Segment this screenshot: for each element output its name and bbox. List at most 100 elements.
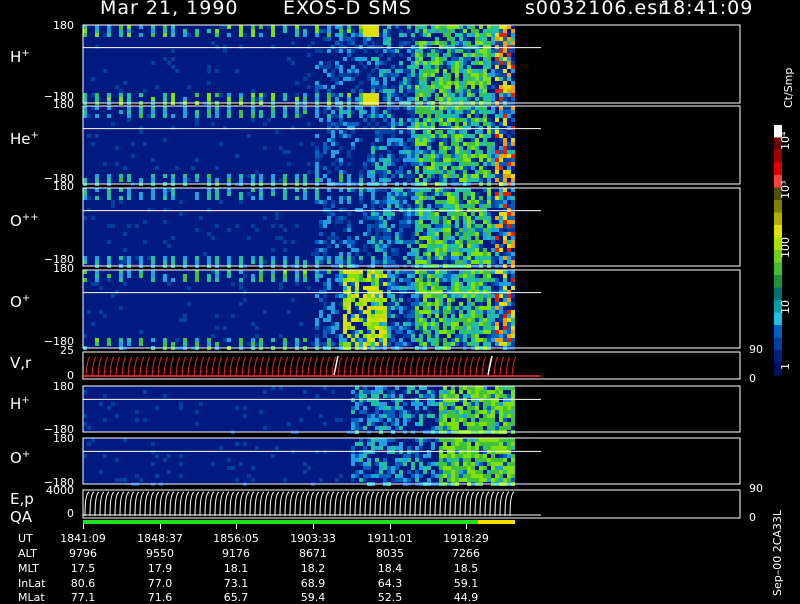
- spectrogram-cell: [495, 118, 499, 122]
- spectrogram-cell: [459, 282, 463, 286]
- spectrogram-cell: [339, 29, 343, 33]
- spectrogram-cell: [335, 220, 339, 224]
- spectrogram-cell: [343, 208, 347, 212]
- spectrogram-cell: [427, 204, 431, 208]
- spectrogram-cell: [499, 310, 503, 314]
- spectrogram-cell: [443, 228, 447, 232]
- spectrogram-cell: [399, 338, 403, 342]
- spectrogram-cell: [419, 228, 423, 232]
- spectrogram-cell: [511, 200, 515, 204]
- energy-trace: [89, 491, 95, 517]
- spectrogram-cell: [407, 212, 411, 216]
- energy-trace: [94, 491, 100, 517]
- spectrogram-cell: [367, 29, 371, 33]
- spectrogram-cell: [423, 25, 427, 29]
- spectrogram-cell: [427, 478, 431, 482]
- spectrogram-cell: [471, 402, 475, 406]
- velocity-trace: [199, 356, 205, 378]
- spectrogram-cell: [443, 126, 447, 130]
- spectrogram-cell: [455, 196, 459, 200]
- table-cell: 68.9: [300, 577, 326, 590]
- spectrogram-cell: [107, 93, 111, 97]
- spectrogram-cell: [331, 310, 335, 314]
- spectrogram-cell: [503, 232, 507, 236]
- spectrogram-cell: [415, 142, 419, 146]
- spectrogram-cell: [463, 25, 467, 29]
- spectrogram-cell: [447, 286, 451, 290]
- spectrogram-cell: [503, 426, 507, 430]
- spectrogram-cell: [375, 240, 379, 244]
- spectrogram-cell: [495, 426, 499, 430]
- right-tick: 0: [749, 372, 756, 385]
- spectrogram-cell: [479, 212, 483, 216]
- spectrogram-cell: [171, 49, 175, 53]
- velocity-trace: [475, 356, 481, 378]
- velocity-trace: [307, 356, 313, 378]
- spectrogram-cell: [371, 212, 375, 216]
- spectrogram-cell: [107, 256, 111, 260]
- spectrogram-cell: [123, 478, 127, 482]
- spectrogram-cell: [347, 196, 351, 200]
- spectrogram-cell: [87, 196, 91, 200]
- spectrogram-cell: [147, 256, 151, 260]
- spectrogram-cell: [479, 326, 483, 330]
- spectrogram-cell: [427, 77, 431, 81]
- spectrogram-cell: [431, 25, 435, 29]
- spectrogram-cell: [499, 342, 503, 346]
- spectrogram-cell: [195, 118, 199, 122]
- spectrogram-cell: [507, 45, 511, 49]
- spectrogram-cell: [479, 458, 483, 462]
- spectrogram-cell: [423, 188, 427, 192]
- spectrogram-cell: [107, 33, 111, 37]
- spectrogram-cell: [351, 298, 355, 302]
- spectrogram-cell: [351, 398, 355, 402]
- spectrogram-cell: [471, 256, 475, 260]
- spectrogram-cell: [407, 69, 411, 73]
- spectrogram-cell: [495, 244, 499, 248]
- spectrogram-cell: [323, 224, 327, 228]
- spectrogram-cell: [459, 294, 463, 298]
- spectrogram-cell: [387, 130, 391, 134]
- spectrogram-cell: [447, 188, 451, 192]
- spectrogram-cell: [447, 232, 451, 236]
- spectrogram-cell: [387, 232, 391, 236]
- spectrogram-cell: [363, 450, 367, 454]
- spectrogram-cell: [507, 196, 511, 200]
- spectrogram-cell: [95, 134, 99, 138]
- spectrogram-cell: [507, 240, 511, 244]
- spectrogram-cell: [355, 454, 359, 458]
- spectrogram-cell: [479, 330, 483, 334]
- spectrogram-cell: [439, 77, 443, 81]
- spectrogram-cell: [459, 274, 463, 278]
- spectrogram-cell: [419, 192, 423, 196]
- spectrogram-cell: [443, 170, 447, 174]
- spectrogram-cell: [483, 274, 487, 278]
- spectrogram-cell: [427, 270, 431, 274]
- velocity-trace: [265, 356, 271, 378]
- spectrogram-cell: [435, 53, 439, 57]
- spectrogram-cell: [383, 310, 387, 314]
- spectrogram-cell: [339, 240, 343, 244]
- spectrogram-cell: [399, 220, 403, 224]
- spectrogram-cell: [371, 338, 375, 342]
- spectrogram-cell: [359, 200, 363, 204]
- spectrogram-cell: [411, 286, 415, 290]
- spectrogram-cell: [399, 204, 403, 208]
- spectrogram-cell: [495, 170, 499, 174]
- spectrogram-cell: [439, 294, 443, 298]
- spectrogram-cell: [315, 81, 319, 85]
- spectrogram-cell: [479, 446, 483, 450]
- spectrogram-cell: [459, 318, 463, 322]
- spectrogram-cell: [459, 81, 463, 85]
- spectrogram-cell: [239, 29, 243, 33]
- spectrogram-cell: [95, 270, 99, 274]
- spectrogram-cell: [383, 81, 387, 85]
- spectrogram-cell: [411, 126, 415, 130]
- spectrogram-cell: [139, 33, 143, 37]
- spectrogram-cell: [491, 334, 495, 338]
- spectrogram-cell: [455, 216, 459, 220]
- spectrogram-cell: [359, 470, 363, 474]
- spectrogram-cell: [371, 330, 375, 334]
- spectrogram-cell: [423, 298, 427, 302]
- spectrogram-cell: [487, 204, 491, 208]
